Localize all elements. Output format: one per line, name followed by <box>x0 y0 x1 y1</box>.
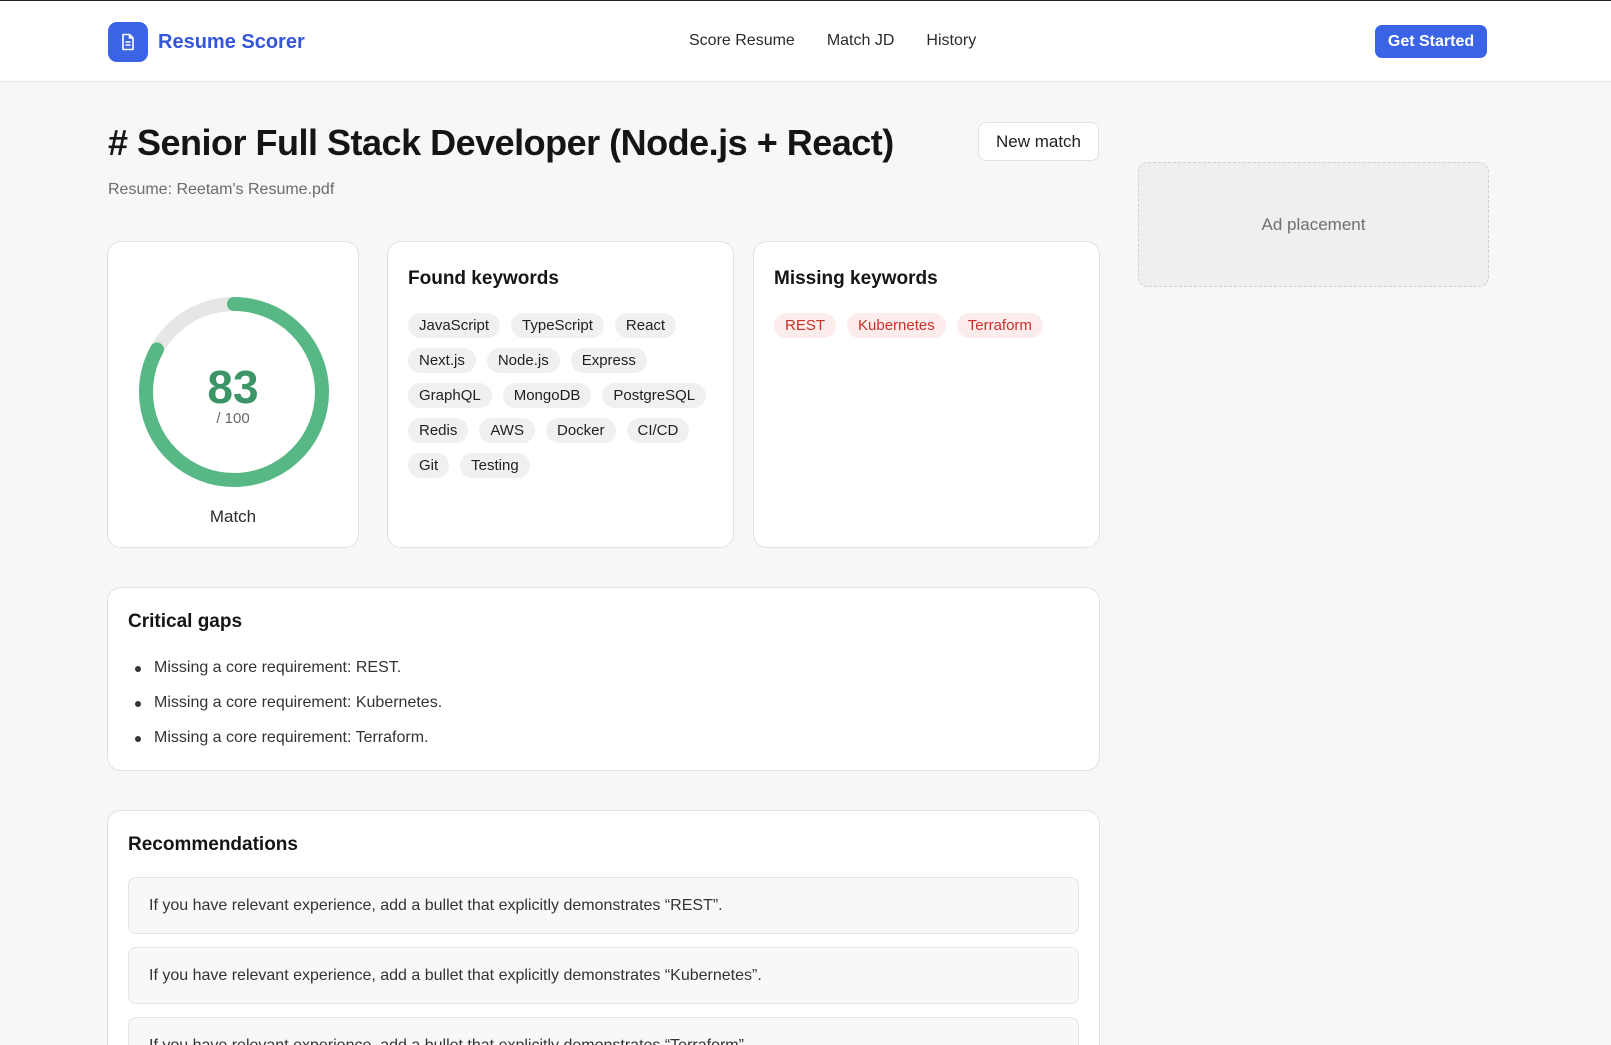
found-keywords-title: Found keywords <box>408 268 559 289</box>
missing-keyword-chip: Terraform <box>956 313 1043 338</box>
ad-placement: Ad placement <box>1138 162 1489 287</box>
keyword-chip: MongoDB <box>502 383 592 408</box>
ad-label: Ad placement <box>1261 214 1366 234</box>
gap-item: Missing a core requirement: REST. <box>128 658 442 693</box>
keyword-chip: Docker <box>545 418 616 443</box>
nav-history[interactable]: History <box>926 32 976 50</box>
keyword-chip: Express <box>570 348 647 373</box>
document-icon <box>108 22 148 62</box>
keyword-chip: CI/CD <box>626 418 690 443</box>
gap-item: Missing a core requirement: Terraform. <box>128 728 442 763</box>
keyword-chip: GraphQL <box>408 383 492 408</box>
keyword-chip: Testing <box>460 453 530 478</box>
keyword-chip: Node.js <box>486 348 560 373</box>
keyword-chip: PostgreSQL <box>602 383 707 408</box>
missing-keywords-title: Missing keywords <box>774 268 938 289</box>
score-max: / 100 <box>216 410 250 427</box>
top-navbar: Resume Scorer Score Resume Match JD Hist… <box>0 0 1611 82</box>
nav-score-resume[interactable]: Score Resume <box>689 32 795 50</box>
nav-match-jd[interactable]: Match JD <box>827 32 895 50</box>
score-value: 83 <box>207 361 259 413</box>
brand-name: Resume Scorer <box>158 30 305 53</box>
resume-filename: Resume: Reetam's Resume.pdf <box>108 181 335 198</box>
missing-keywords-list: REST Kubernetes Terraform <box>774 313 1094 348</box>
main-nav: Score Resume Match JD History <box>689 32 1008 50</box>
recommendation-item: If you have relevant experience, add a b… <box>128 877 1079 934</box>
new-match-button[interactable]: New match <box>978 122 1099 161</box>
keyword-chip: JavaScript <box>408 313 501 338</box>
brand-link[interactable]: Resume Scorer <box>108 22 305 62</box>
keyword-chip: AWS <box>479 418 535 443</box>
keyword-chip: TypeScript <box>511 313 604 338</box>
recommendations-card: Recommendations If you have relevant exp… <box>107 810 1100 1045</box>
critical-gaps-title: Critical gaps <box>128 611 243 632</box>
gap-item: Missing a core requirement: Kubernetes. <box>128 693 442 728</box>
page-title: # Senior Full Stack Developer (Node.js +… <box>108 122 894 163</box>
found-keywords-list: JavaScript TypeScript React Next.js Node… <box>408 313 728 488</box>
recommendations-title: Recommendations <box>128 834 298 855</box>
critical-gaps-list: Missing a core requirement: REST. Missin… <box>128 658 442 763</box>
missing-keywords-card: Missing keywords REST Kubernetes Terrafo… <box>753 241 1100 548</box>
match-score-card: 83 / 100 Match <box>107 241 359 548</box>
keyword-chip: Next.js <box>408 348 476 373</box>
missing-keyword-chip: REST <box>774 313 837 338</box>
keyword-chip: Git <box>408 453 450 478</box>
recommendation-item: If you have relevant experience, add a b… <box>128 947 1079 1004</box>
get-started-button[interactable]: Get Started <box>1375 25 1487 58</box>
found-keywords-card: Found keywords JavaScript TypeScript Rea… <box>387 241 734 548</box>
recommendation-item: If you have relevant experience, add a b… <box>128 1017 1079 1045</box>
critical-gaps-card: Critical gaps Missing a core requirement… <box>107 587 1100 771</box>
keyword-chip: React <box>614 313 677 338</box>
missing-keyword-chip: Kubernetes <box>847 313 946 338</box>
keyword-chip: Redis <box>408 418 469 443</box>
score-label: Match <box>209 507 257 526</box>
